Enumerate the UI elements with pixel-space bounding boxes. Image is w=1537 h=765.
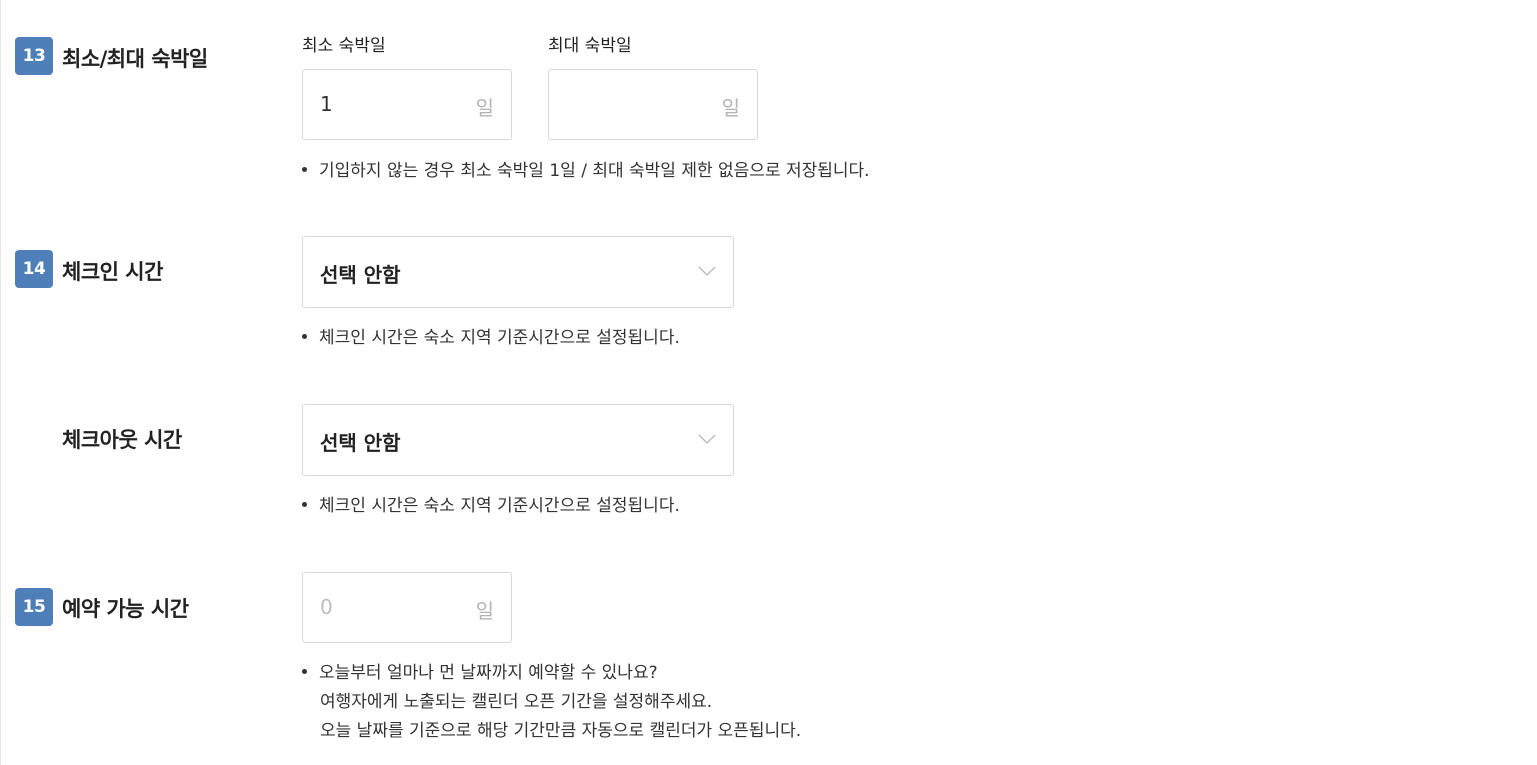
checkout-time-select[interactable]: 선택 안함 (302, 404, 734, 476)
chevron-down-icon (698, 266, 716, 276)
booking-help-line: 오늘 날짜를 기준으로 해당 기간만큼 자동으로 캘린더가 오픈됩니다. (320, 721, 802, 741)
checkout-help-text: 체크인 시간은 숙소 지역 기준시간으로 설정됩니다. (302, 492, 680, 521)
booking-help-line: 여행자에게 노출되는 캘린더 오픈 기간을 설정해주세요. (320, 692, 713, 712)
section-title-booking-window: 예약 가능 시간 (62, 597, 189, 621)
section-title-checkout: 체크아웃 시간 (62, 428, 182, 452)
max-stay-label: 최대 숙박일 (548, 36, 632, 56)
section-number-badge: 15 (15, 588, 53, 626)
bullet (302, 501, 307, 507)
min-stay-input[interactable]: 1 일 (302, 69, 512, 140)
bullet (302, 333, 307, 339)
section-title-checkin: 체크인 시간 (62, 260, 163, 284)
min-stay-label: 최소 숙박일 (302, 36, 386, 56)
bullet (302, 668, 307, 674)
min-stay-value: 1 (320, 92, 333, 116)
max-stay-unit: 일 (721, 96, 740, 120)
stay-help-line: 기입하지 않는 경우 최소 숙박일 1일 / 최대 숙박일 제한 없음으로 저장… (319, 161, 870, 181)
checkin-help-line: 체크인 시간은 숙소 지역 기준시간으로 설정됩니다. (319, 328, 680, 348)
chevron-down-icon (698, 434, 716, 444)
max-stay-input[interactable]: 일 (548, 69, 758, 140)
stay-settings-form: 13 최소/최대 숙박일 최소 숙박일 최대 숙박일 1 일 일 기입하지 않는… (0, 0, 1537, 765)
booking-window-placeholder: 0 (320, 595, 333, 619)
booking-help-text: 오늘부터 얼마나 먼 날짜까지 예약할 수 있나요? 여행자에게 노출되는 캘린… (302, 659, 801, 746)
booking-help-line: 오늘부터 얼마나 먼 날짜까지 예약할 수 있나요? (319, 663, 658, 683)
checkout-selected-value: 선택 안함 (320, 431, 401, 455)
section-title-min-max-stay: 최소/최대 숙박일 (62, 47, 208, 71)
booking-window-input[interactable]: 0 일 (302, 572, 512, 643)
booking-window-unit: 일 (475, 599, 494, 623)
section-number-badge: 14 (15, 250, 53, 288)
section-number-badge: 13 (15, 37, 53, 75)
min-stay-unit: 일 (475, 96, 494, 120)
bullet (302, 166, 307, 172)
stay-help-text: 기입하지 않는 경우 최소 숙박일 1일 / 최대 숙박일 제한 없음으로 저장… (302, 157, 870, 186)
checkin-selected-value: 선택 안함 (320, 263, 401, 287)
checkin-time-select[interactable]: 선택 안함 (302, 236, 734, 308)
left-divider (0, 0, 1, 765)
checkin-help-text: 체크인 시간은 숙소 지역 기준시간으로 설정됩니다. (302, 324, 680, 353)
checkout-help-line: 체크인 시간은 숙소 지역 기준시간으로 설정됩니다. (319, 496, 680, 516)
